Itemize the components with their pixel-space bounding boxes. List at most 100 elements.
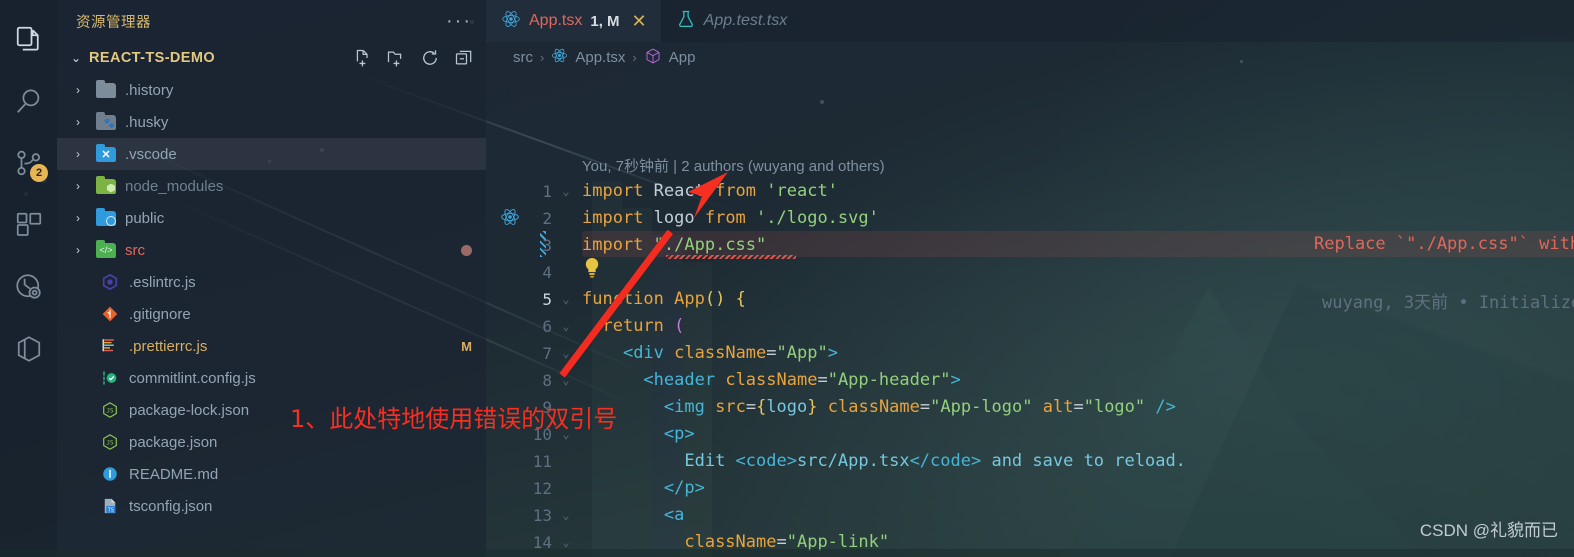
remote-explorer-icon xyxy=(14,334,44,364)
line-number: 5 xyxy=(542,290,552,309)
breadcrumb-separator: › xyxy=(540,50,545,65)
line-number: 3 xyxy=(542,236,552,255)
line-number: 13 xyxy=(532,506,552,525)
tab-label: App.test.tsx xyxy=(703,12,788,29)
code-line[interactable]: 2 import logo from './logo.svg' xyxy=(486,205,1574,232)
line-number: 12 xyxy=(532,479,552,498)
svg-text:JS: JS xyxy=(106,407,114,414)
activity-item-extensions[interactable] xyxy=(0,194,57,256)
activity-item-remote-explorer[interactable] xyxy=(0,318,57,380)
chevron-down-icon[interactable]: ⌄ xyxy=(69,51,83,65)
tree-item-label: src xyxy=(125,241,145,259)
activity-item-explorer[interactable] xyxy=(0,8,57,70)
tree-item-public[interactable]: › public xyxy=(57,202,486,234)
folder-node-icon xyxy=(95,175,117,195)
tree-item-package-json[interactable]: JS package.json xyxy=(57,426,486,458)
chevron-right-icon[interactable]: › xyxy=(69,179,87,193)
line-number: 11 xyxy=(532,452,552,471)
code-line[interactable]: 7 ⌄ <div className="App"> xyxy=(486,340,1574,367)
fold-chevron-icon[interactable]: ⌄ xyxy=(558,340,574,367)
activity-bar: 2 xyxy=(0,0,57,557)
code-text: <div className="App"> xyxy=(622,343,838,363)
chevron-right-icon[interactable]: › xyxy=(69,83,87,97)
line-number: 8 xyxy=(542,371,552,390)
fold-chevron-icon[interactable]: ⌄ xyxy=(558,178,574,205)
code-text: <img src={logo} className="App-logo" alt… xyxy=(663,397,1176,417)
chevron-right-icon[interactable]: › xyxy=(69,243,87,257)
breadcrumb-item-symbol[interactable]: App xyxy=(669,49,696,66)
code-line[interactable]: 6 ⌄ return ( xyxy=(486,313,1574,340)
collapse-all-icon[interactable] xyxy=(454,48,474,68)
activity-item-source-control[interactable]: 2 xyxy=(0,132,57,194)
new-file-icon[interactable] xyxy=(352,48,372,68)
tab-app-test-tsx[interactable]: App.test.tsx xyxy=(661,0,802,42)
code-line[interactable]: 4 xyxy=(486,259,1574,286)
tab-app-tsx[interactable]: App.tsx 1, M ✕ xyxy=(486,0,661,42)
code-editor[interactable]: You, 7秒钟前 | 2 authors (wuyang and others… xyxy=(486,73,1574,557)
breadcrumb-item-file[interactable]: App.tsx xyxy=(575,49,625,66)
new-folder-icon[interactable] xyxy=(386,48,406,68)
tree-item-gitignore[interactable]: .gitignore xyxy=(57,298,486,330)
tree-item-eslintrc-js[interactable]: .eslintrc.js xyxy=(57,266,486,298)
tree-item-label: tsconfig.json xyxy=(129,497,213,515)
files-icon xyxy=(14,24,44,54)
fold-chevron-icon[interactable]: ⌄ xyxy=(558,313,574,340)
tree-item-husky[interactable]: › 🐾 .husky xyxy=(57,106,486,138)
error-dot-indicator xyxy=(461,244,472,256)
sidebar-more-icon[interactable]: ··· xyxy=(446,11,472,31)
fold-chevron-icon[interactable]: ⌄ xyxy=(558,367,574,394)
tree-item-history[interactable]: › .history xyxy=(57,74,486,106)
code-text: import "./App.css" xyxy=(582,235,767,255)
git-icon xyxy=(99,305,121,323)
activity-item-testing[interactable] xyxy=(0,256,57,318)
tree-item-label: .history xyxy=(125,81,174,99)
chevron-right-icon[interactable]: › xyxy=(69,211,87,225)
code-line[interactable]: 12 </p> xyxy=(486,475,1574,502)
sidebar-title: 资源管理器 xyxy=(76,14,151,31)
fold-chevron-icon[interactable]: ⌄ xyxy=(558,286,574,313)
code-text: import React from 'react' xyxy=(582,181,838,201)
close-icon[interactable]: ✕ xyxy=(632,11,647,32)
tree-item-node-modules[interactable]: › node_modules xyxy=(57,170,486,202)
fold-chevron-icon[interactable]: ⌄ xyxy=(558,502,574,529)
line-number: 2 xyxy=(542,209,552,228)
tree-item-package-lock-json[interactable]: JS package-lock.json xyxy=(57,394,486,426)
git-status-badge: M xyxy=(461,338,472,354)
code-line[interactable]: 10 ⌄ <p> xyxy=(486,421,1574,448)
activity-item-search[interactable] xyxy=(0,70,57,132)
tree-item-tsconfig-json[interactable]: TS tsconfig.json xyxy=(57,490,486,522)
tree-item-prettierrc-js[interactable]: .prettierrc.js M xyxy=(57,330,486,362)
file-tree: › .history › 🐾 .husky › ✕ .vscode › node_modules ›… xyxy=(57,74,486,522)
tree-item-vscode[interactable]: › ✕ .vscode xyxy=(57,138,486,170)
tree-item-src[interactable]: › </> src xyxy=(57,234,486,266)
chevron-right-icon[interactable]: › xyxy=(69,147,87,161)
tree-item-label: .gitignore xyxy=(129,305,191,323)
project-section-header[interactable]: ⌄ REACT-TS-DEMO xyxy=(57,42,486,74)
code-line[interactable]: 8 ⌄ <header className="App-header"> xyxy=(486,367,1574,394)
status-bar-strip xyxy=(0,549,1574,557)
refresh-icon[interactable] xyxy=(420,48,440,68)
code-line[interactable]: 11 Edit <code>src/App.tsx</code> and sav… xyxy=(486,448,1574,475)
code-line[interactable]: 13 ⌄ <a xyxy=(486,502,1574,529)
code-text: <a xyxy=(663,505,685,525)
tree-item-commitlint-config-js[interactable]: commitlint.config.js xyxy=(57,362,486,394)
testing-icon xyxy=(14,272,44,302)
sidebar-title-bar: 资源管理器 ··· xyxy=(57,0,486,42)
chevron-right-icon[interactable]: › xyxy=(69,115,87,129)
tab-bar: App.tsx 1, M ✕ App.test.tsx xyxy=(486,0,1574,42)
tree-item-label: commitlint.config.js xyxy=(129,369,256,387)
code-line[interactable]: 9 <img src={logo} className="App-logo" a… xyxy=(486,394,1574,421)
react-icon xyxy=(501,9,521,34)
editor-group: App.tsx 1, M ✕ App.test.tsx src › App.ts… xyxy=(486,0,1574,557)
tree-item-readme-md[interactable]: README.md xyxy=(57,458,486,490)
prettier-icon xyxy=(99,337,121,355)
breadcrumb-separator: › xyxy=(632,50,637,65)
code-line[interactable]: 1 ⌄ import React from 'react' xyxy=(486,178,1574,205)
line-number: 9 xyxy=(542,398,552,417)
search-icon xyxy=(14,86,44,116)
breadcrumb-item-src[interactable]: src xyxy=(513,49,533,66)
typescript-icon: TS xyxy=(99,497,121,515)
breadcrumb: src › App.tsx › App xyxy=(486,42,1574,73)
line-number: 1 xyxy=(542,182,552,201)
fold-chevron-icon[interactable]: ⌄ xyxy=(558,421,574,448)
